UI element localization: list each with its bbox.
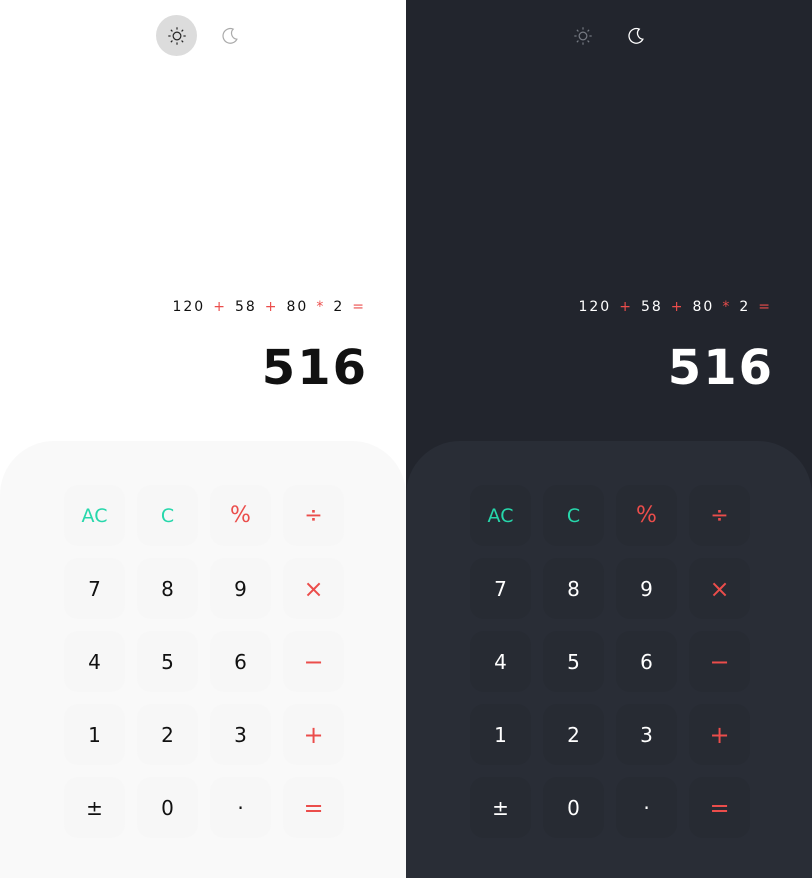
moon-icon [627,27,644,44]
digit-5-button[interactable]: 5 [543,631,604,692]
operand: 2 [333,299,345,315]
theme-toggle-group [562,15,656,56]
percent-button[interactable]: % [616,485,677,546]
minus-button[interactable]: − [283,631,344,692]
digit-6-button[interactable]: 6 [210,631,271,692]
operand: 58 [640,299,663,315]
digit-8-button[interactable]: 8 [543,558,604,619]
moon-icon [221,27,238,44]
operator: = [352,299,366,315]
digit-0-button[interactable]: 0 [137,777,198,838]
operand: 80 [286,299,309,315]
expression-display: 120 +58 +80 * 2 = [172,299,366,315]
decimal-button[interactable]: · [616,777,677,838]
sun-icon [573,26,592,45]
operator: = [758,299,772,315]
digit-5-button[interactable]: 5 [137,631,198,692]
digit-8-button[interactable]: 8 [137,558,198,619]
dark-theme-toggle[interactable] [209,15,250,56]
digit-7-button[interactable]: 7 [64,558,125,619]
result-display: 516 [261,340,368,396]
operator: * [722,299,732,315]
digit-4-button[interactable]: 4 [470,631,531,692]
keypad: AC C % ÷ 7 8 9 × 4 5 6 − 1 2 3 + ± 0 · = [0,441,406,878]
light-theme-toggle[interactable] [562,15,603,56]
digit-1-button[interactable]: 1 [64,704,125,765]
operand: 2 [739,299,751,315]
digit-9-button[interactable]: 9 [616,558,677,619]
operand: 120 [172,299,206,315]
plus-minus-button[interactable]: ± [64,777,125,838]
calculator-dark: 120 +58 +80 * 2 = 516 AC C % ÷ 7 8 9 × 4 5 6 … [406,0,812,878]
decimal-button[interactable]: · [210,777,271,838]
digit-7-button[interactable]: 7 [470,558,531,619]
operator: + [264,299,279,315]
divide-button[interactable]: ÷ [689,485,750,546]
operator: * [316,299,326,315]
theme-toggle-group [156,15,250,56]
digit-9-button[interactable]: 9 [210,558,271,619]
multiply-button[interactable]: × [689,558,750,619]
equals-button[interactable]: = [689,777,750,838]
sun-icon [167,26,186,45]
expression-display: 120 +58 +80 * 2 = [578,299,772,315]
dark-theme-toggle[interactable] [615,15,656,56]
operand: 58 [234,299,257,315]
plus-button[interactable]: + [283,704,344,765]
digit-4-button[interactable]: 4 [64,631,125,692]
light-theme-toggle[interactable] [156,15,197,56]
digit-0-button[interactable]: 0 [543,777,604,838]
result-display: 516 [667,340,774,396]
operand: 80 [692,299,715,315]
clear-button[interactable]: C [137,485,198,546]
digit-6-button[interactable]: 6 [616,631,677,692]
operator: + [670,299,685,315]
plus-minus-button[interactable]: ± [470,777,531,838]
equals-button[interactable]: = [283,777,344,838]
digit-3-button[interactable]: 3 [616,704,677,765]
operator: + [619,299,633,315]
digit-2-button[interactable]: 2 [543,704,604,765]
calculator-light: 120 +58 +80 * 2 = 516 AC C % ÷ 7 8 9 × 4 5 6 … [0,0,406,878]
operator: + [213,299,227,315]
multiply-button[interactable]: × [283,558,344,619]
keypad: AC C % ÷ 7 8 9 × 4 5 6 − 1 2 3 + ± 0 · = [406,441,812,878]
all-clear-button[interactable]: AC [470,485,531,546]
plus-button[interactable]: + [689,704,750,765]
divide-button[interactable]: ÷ [283,485,344,546]
minus-button[interactable]: − [689,631,750,692]
clear-button[interactable]: C [543,485,604,546]
digit-1-button[interactable]: 1 [470,704,531,765]
operand: 120 [578,299,612,315]
percent-button[interactable]: % [210,485,271,546]
digit-3-button[interactable]: 3 [210,704,271,765]
digit-2-button[interactable]: 2 [137,704,198,765]
all-clear-button[interactable]: AC [64,485,125,546]
